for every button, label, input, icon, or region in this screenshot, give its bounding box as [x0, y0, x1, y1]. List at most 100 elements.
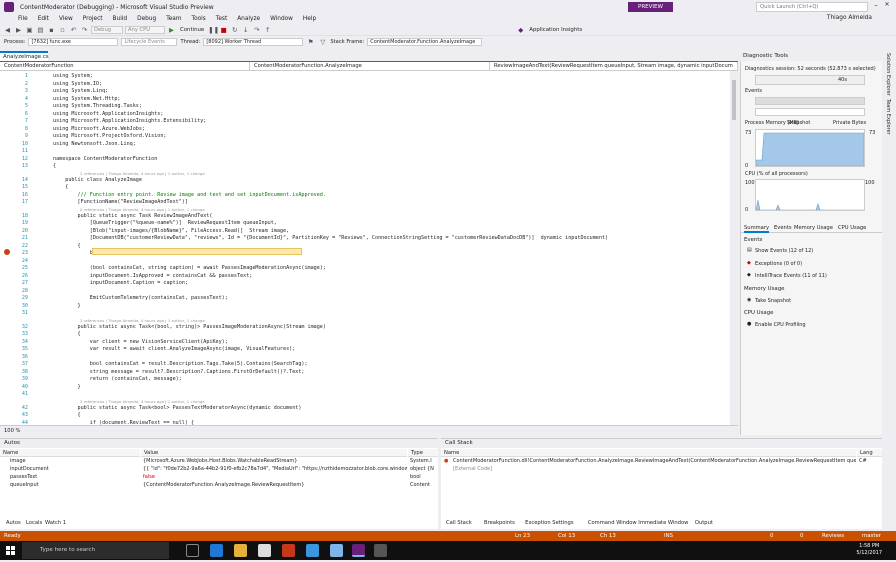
menu-window[interactable]: Window — [265, 16, 298, 22]
platform-combo[interactable]: Any CPU — [125, 26, 165, 34]
terminal-icon[interactable] — [374, 544, 387, 557]
code-line[interactable]: 9 using Microsoft.ProjectOxford.Vision; — [0, 133, 730, 141]
solution-explorer-tab[interactable]: Solution Explorer — [885, 53, 891, 96]
restart-icon[interactable]: ↻ — [230, 26, 239, 34]
callstack-col-name[interactable]: Name — [441, 449, 856, 457]
menu-project[interactable]: Project — [78, 16, 108, 22]
menu-debug[interactable]: Debug — [132, 16, 161, 22]
autos-cell-value[interactable]: {Microsoft.Azure.WebJobs.Host.Blobs.Watc… — [143, 458, 407, 466]
events-track[interactable] — [755, 97, 865, 105]
stack-frame-combo[interactable]: ContentModerator.Function.AnalyzeImage — [367, 37, 483, 46]
code-line[interactable]: 8 using Microsoft.Azure.WebJobs; — [0, 126, 730, 134]
tab-summary[interactable]: Summary — [744, 225, 770, 233]
autos-cell-value[interactable]: {ContentModeratorFunction.AnalyzeImage.R… — [143, 482, 407, 490]
tab-memory-usage[interactable]: Memory Usage — [794, 225, 833, 231]
code-line[interactable]: 1 using System; — [0, 73, 730, 81]
user-name[interactable]: Thiago Almeida — [827, 15, 872, 21]
call-stack-title[interactable]: Call Stack — [441, 439, 882, 448]
tab-output[interactable]: Output — [692, 519, 716, 528]
code-line[interactable]: 39 return (containsCat, message); — [0, 376, 730, 384]
code-line[interactable]: 40 } — [0, 384, 730, 392]
stop-icon[interactable]: ■ — [219, 26, 228, 34]
code-line[interactable]: 4 using System.Net.Http; — [0, 96, 730, 104]
code-line[interactable]: 21 [DocumentDB("customerReviewData", "re… — [0, 235, 730, 243]
status-edit-count[interactable]: 0 — [800, 531, 803, 541]
autos-cell-type[interactable]: Content — [410, 482, 438, 490]
process-combo[interactable]: [7632] func.exe — [28, 37, 119, 46]
breakpoint-icon[interactable] — [4, 249, 10, 255]
callstack-frame[interactable]: [External Code] — [453, 466, 856, 474]
callstack-col-lang[interactable]: Lang — [857, 449, 882, 457]
app-icon-3[interactable] — [330, 544, 343, 557]
menu-test[interactable]: Test — [211, 16, 232, 22]
editor-scrollbar[interactable] — [730, 71, 738, 425]
code-line[interactable]: 30 } — [0, 303, 730, 311]
forward-icon[interactable]: ▶ — [14, 26, 23, 34]
code-line[interactable]: 38 string message = result?.Description?… — [0, 369, 730, 377]
tab-call-stack[interactable]: Call Stack — [443, 519, 475, 528]
autos-cell-value[interactable]: {{ "id": "f0de72b2-9a6a-44b2-91f0-efb2c7… — [143, 466, 407, 474]
edge-icon[interactable] — [210, 544, 223, 557]
code-line[interactable]: 11 — [0, 148, 730, 156]
windows-start-icon[interactable] — [0, 541, 20, 560]
step-over-icon[interactable]: ↷ — [252, 26, 261, 34]
code-line[interactable]: 18 public static async Task ReviewImageA… — [0, 213, 730, 221]
code-line[interactable]: 34 var client = new VisionServiceClient(… — [0, 339, 730, 347]
tab-analyzeimage-cs[interactable]: AnalyzeImage.cs — [0, 51, 49, 61]
clock[interactable]: 1:58 PM 5/12/2017 — [856, 543, 882, 557]
autos-cell-name[interactable]: image — [10, 458, 140, 466]
app-icon-2[interactable] — [306, 544, 319, 557]
code-line[interactable]: 14 public class AnalyzeImage — [0, 177, 730, 185]
code-line[interactable]: 37 bool containsCat = result.Description… — [0, 361, 730, 369]
tab-exception-settings[interactable]: Exception Settings — [522, 519, 576, 528]
team-explorer-tab[interactable]: Team Explorer — [885, 99, 891, 135]
code-line[interactable]: 15 { — [0, 184, 730, 192]
code-line[interactable]: 27 inputDocument.Caption = caption; — [0, 280, 730, 288]
thread-combo[interactable]: [8092] Worker Thread — [203, 37, 304, 46]
zoom-level[interactable]: 100 % — [0, 425, 738, 435]
tab-breakpoints[interactable]: Breakpoints — [481, 519, 518, 528]
status-repo[interactable]: Reviews — [822, 531, 844, 541]
store-icon[interactable] — [258, 544, 271, 557]
undo-icon[interactable]: ↶ — [69, 26, 78, 34]
app-insights-button[interactable]: Application Insights — [527, 27, 584, 33]
filter-icon[interactable]: ▽ — [318, 38, 327, 46]
code-line[interactable]: 5 using System.Threading.Tasks; — [0, 103, 730, 111]
code-line[interactable]: 25 (bool containsCat, string caption) = … — [0, 265, 730, 273]
code-line[interactable]: 32 public static async Task<(bool, strin… — [0, 324, 730, 332]
autos-col-name[interactable]: Name — [0, 449, 140, 457]
autos-title[interactable]: Autos — [0, 439, 438, 448]
diagnostic-tools-title[interactable]: Diagnostic Tools — [740, 51, 882, 61]
status-branch[interactable]: master — [862, 531, 881, 541]
new-project-icon[interactable]: ▣ — [25, 26, 34, 34]
quick-launch-input[interactable]: Quick Launch (Ctrl+Q) — [756, 2, 868, 12]
tab-command-window[interactable]: Command Window — [585, 519, 640, 528]
continue-button[interactable]: Continue — [178, 27, 206, 33]
intellitrace-link[interactable]: IntelliTrace Events (11 of 11) — [755, 273, 827, 279]
menu-team[interactable]: Team — [161, 16, 186, 22]
code-line[interactable]: 41 — [0, 391, 730, 399]
cpu-graph[interactable] — [755, 179, 865, 211]
code-line[interactable]: 2 using System.IO; — [0, 81, 730, 89]
code-line[interactable]: 29 EmitCustomTelemetry(containsCat, pass… — [0, 295, 730, 303]
code-line[interactable]: 7 using Microsoft.ApplicationInsights.Ext… — [0, 118, 730, 126]
code-line[interactable]: 20 [Blob("input-images/{BlobName}", File… — [0, 228, 730, 236]
status-up-count[interactable]: 0 — [770, 531, 773, 541]
menu-analyze[interactable]: Analyze — [232, 16, 265, 22]
app-icon[interactable] — [282, 544, 295, 557]
tab-autos[interactable]: Autos — [3, 519, 24, 528]
code-line[interactable]: 31 — [0, 310, 730, 318]
lifecycle-events-combo[interactable]: Lifecycle Events — [121, 37, 178, 46]
timeline-ruler[interactable] — [755, 75, 865, 85]
exceptions-link[interactable]: Exceptions (0 of 0) — [755, 261, 802, 267]
code-line[interactable]: 35 var result = await client.AnalyzeImag… — [0, 346, 730, 354]
pause-icon[interactable]: ❚❚ — [208, 26, 219, 34]
code-line[interactable]: 12 namespace ContentModeratorFunction — [0, 156, 730, 164]
tab-events[interactable]: Events — [774, 225, 792, 231]
close-icon[interactable]: ✕ — [881, 1, 893, 12]
editor-scroll-thumb[interactable] — [732, 80, 736, 120]
open-icon[interactable]: ▤ — [36, 26, 45, 34]
enable-cpu-profiling-button[interactable]: Enable CPU Profiling — [755, 322, 806, 328]
show-events-link[interactable]: Show Events (12 of 12) — [755, 248, 813, 254]
code-line[interactable]: 16 /// Function entry point. Review imag… — [0, 192, 730, 200]
